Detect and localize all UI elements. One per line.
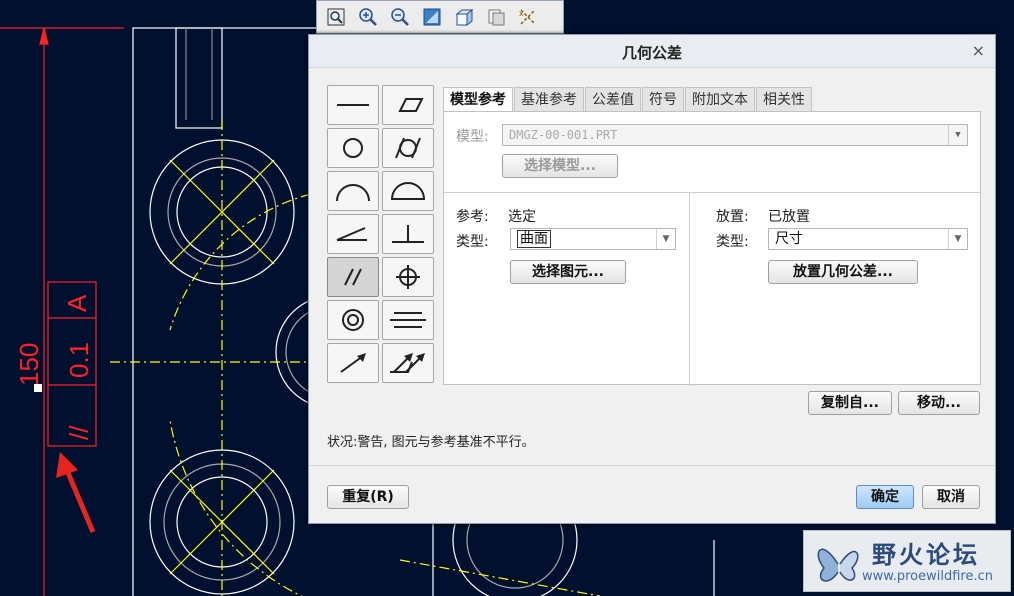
svg-text:x: x: [519, 9, 524, 18]
model-label: 模型:: [456, 129, 489, 145]
select-entity-button[interactable]: 选择图元...: [510, 260, 626, 284]
cylindricity-button[interactable]: [382, 128, 434, 168]
straightness-icon: [337, 104, 369, 106]
gtol-value-text: 0.1: [64, 342, 94, 378]
chevron-down-icon: ▼: [948, 229, 967, 249]
parallelism-button[interactable]: [327, 257, 379, 297]
annotation-arrow: [56, 452, 96, 533]
model-select: DMGZ-00-001.PRT ▼: [502, 124, 968, 146]
cylindricity-icon: [395, 137, 421, 159]
position-button[interactable]: [382, 257, 434, 297]
placement-label: 放置:: [716, 209, 749, 225]
tab-model-reference[interactable]: 模型参考: [443, 87, 513, 113]
datum-display-icon[interactable]: x: [513, 3, 543, 31]
footer-separator: [309, 465, 995, 466]
refit-icon[interactable]: [417, 3, 447, 31]
gtol-datum-text: A: [62, 294, 92, 312]
orientation-icon[interactable]: [449, 3, 479, 31]
watermark-title: 野火论坛: [872, 541, 980, 569]
total-runout-icon: [390, 353, 425, 373]
position-icon: [396, 265, 420, 289]
tab-relevance[interactable]: 相关性: [756, 87, 812, 112]
panel-divider: [689, 192, 690, 386]
threaded-boss: [175, 27, 223, 129]
angularity-button[interactable]: [327, 214, 379, 254]
concentricity-icon: [342, 309, 364, 331]
placement-type-select[interactable]: 尺寸 ▼: [768, 228, 968, 250]
perpendicularity-icon: [392, 225, 424, 243]
move-button[interactable]: 移动...: [898, 391, 980, 415]
reference-value: 选定: [508, 209, 536, 225]
forum-watermark: 野火论坛 www.proewildfire.cn: [803, 530, 1011, 592]
line-profile-button[interactable]: [327, 171, 379, 211]
parallelism-icon: [344, 268, 362, 286]
flatness-icon: [398, 98, 424, 112]
watermark-url: www.proewildfire.cn: [862, 569, 993, 584]
straightness-button[interactable]: [327, 85, 379, 125]
ok-button[interactable]: 确定: [856, 485, 914, 509]
close-icon[interactable]: ×: [972, 41, 985, 60]
reference-type-value: 曲面: [517, 230, 551, 248]
dialog-title: 几何公差: [621, 44, 682, 62]
circularity-icon: [343, 138, 363, 158]
zoom-out-icon[interactable]: [385, 3, 415, 31]
repeat-button[interactable]: 重复(R): [327, 485, 409, 509]
dialog-tabs: 模型参考 基准参考 公差值 符号 附加文本 相关性: [443, 87, 813, 113]
place-gtol-button[interactable]: 放置几何公差...: [768, 260, 918, 284]
panel-divider: [444, 192, 980, 193]
saved-views-icon[interactable]: [481, 3, 511, 31]
line-profile-icon: [336, 184, 370, 202]
butterfly-logo-icon: [817, 548, 859, 582]
perpendicularity-button[interactable]: [382, 214, 434, 254]
chevron-down-icon: ▼: [948, 125, 967, 145]
tab-tolerance-value[interactable]: 公差值: [585, 87, 641, 112]
symmetry-button[interactable]: [382, 300, 434, 340]
cancel-button[interactable]: 取消: [922, 485, 980, 509]
dialog-titlebar[interactable]: 几何公差 ×: [309, 35, 995, 68]
circular-runout-icon: [340, 353, 366, 373]
zoom-window-icon[interactable]: [321, 3, 351, 31]
zoom-in-icon[interactable]: [353, 3, 383, 31]
total-runout-button[interactable]: [382, 343, 434, 383]
concentricity-button[interactable]: [327, 300, 379, 340]
angularity-icon: [336, 227, 367, 241]
copy-from-button[interactable]: 复制自...: [808, 391, 892, 415]
reference-type-select[interactable]: 曲面 ▼: [510, 228, 676, 250]
status-message: 状况:警告, 图元与参考基准不平行。: [327, 435, 535, 450]
geometric-tolerance-dialog: 几何公差 × 模型参考 基准参考 公差值 符号 附加文本 相关性 模型: DMG…: [308, 34, 996, 524]
tab-symbol[interactable]: 符号: [642, 87, 684, 112]
select-model-button: 选择模型...: [502, 154, 618, 178]
placement-value: 已放置: [768, 209, 810, 225]
circularity-button[interactable]: [327, 128, 379, 168]
reference-type-label: 类型:: [456, 234, 489, 250]
gtol-symbol-text: //: [64, 425, 94, 440]
dimension-text: 150: [14, 343, 44, 386]
view-toolbar: x: [316, 0, 564, 34]
model-reference-panel: 模型: DMGZ-00-001.PRT ▼ 选择模型... 参考: 选定 类型:…: [443, 111, 981, 386]
flatness-button[interactable]: [382, 85, 434, 125]
tab-datum-reference[interactable]: 基准参考: [514, 87, 584, 112]
placement-type-label: 类型:: [716, 234, 749, 250]
surface-profile-icon: [390, 182, 426, 200]
surface-profile-button[interactable]: [382, 171, 434, 211]
tab-additional-text[interactable]: 附加文本: [685, 87, 755, 112]
chevron-down-icon: ▼: [656, 229, 675, 249]
reference-label: 参考:: [456, 209, 489, 225]
symmetry-icon: [390, 312, 426, 328]
model-value: DMGZ-00-001.PRT: [509, 128, 618, 142]
circular-runout-button[interactable]: [327, 343, 379, 383]
placement-type-value: 尺寸: [775, 231, 803, 247]
